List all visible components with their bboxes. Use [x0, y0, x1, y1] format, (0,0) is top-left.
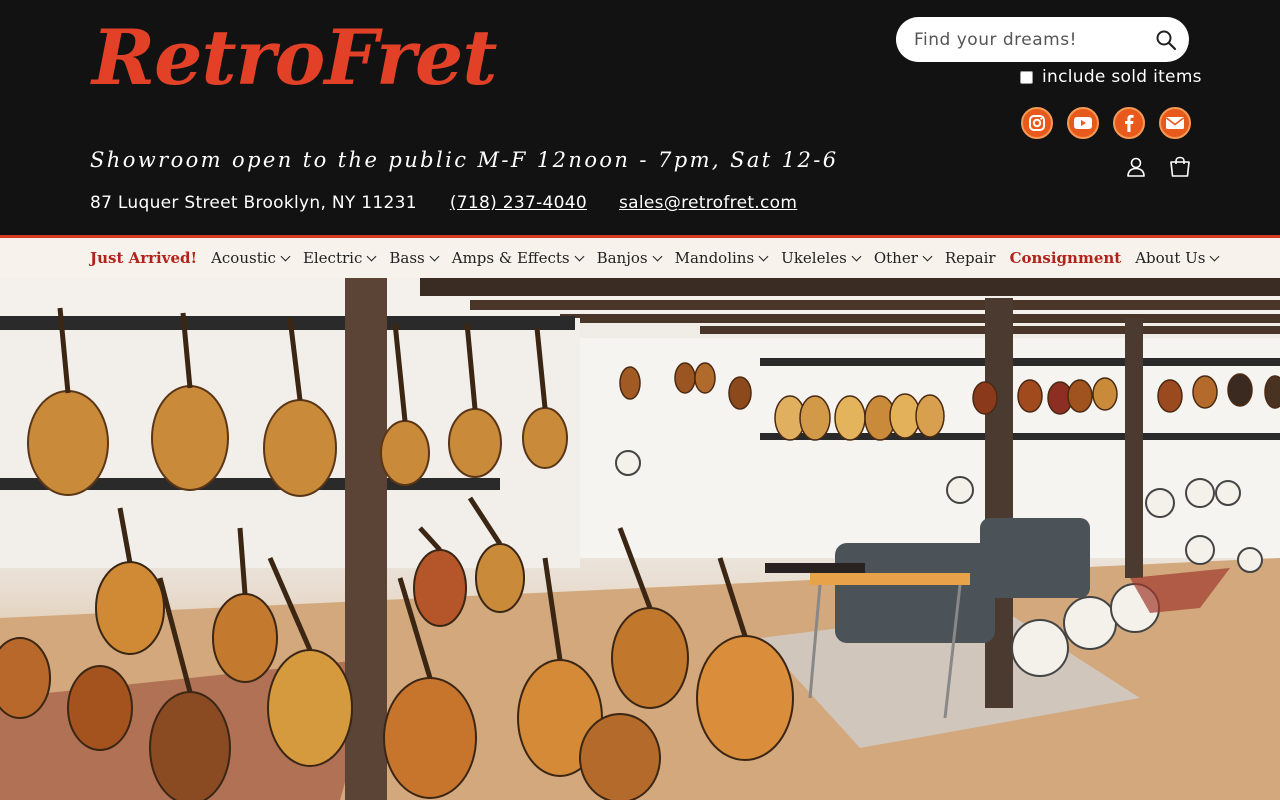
nav-item-label: Amps & Effects — [451, 249, 570, 267]
site-header: RetroFret include sold items Showroom op… — [0, 0, 1280, 235]
chevron-down-icon — [280, 251, 291, 261]
logo-wordmark: RetroFret — [92, 13, 497, 102]
include-sold-label: include sold items — [1042, 67, 1202, 87]
nav-item-ukeleles[interactable]: Ukeleles — [781, 249, 862, 267]
instagram-icon[interactable] — [1021, 107, 1053, 139]
chevron-down-icon — [851, 251, 862, 261]
nav-item-electric[interactable]: Electric — [302, 249, 377, 267]
phone-link[interactable]: (718) 237-4040 — [450, 193, 587, 213]
nav-item-label: Banjos — [596, 249, 648, 267]
nav-item-amps-effects[interactable]: Amps & Effects — [451, 249, 585, 267]
nav-item-consignment[interactable]: Consignment — [1010, 249, 1122, 267]
nav-item-label: Other — [873, 249, 918, 267]
contact-row: 87 Luquer Street Brooklyn, NY 11231 (718… — [90, 193, 797, 213]
showroom-photo — [0, 278, 1280, 800]
nav-item-label: Consignment — [1009, 249, 1122, 267]
search-box — [896, 17, 1189, 62]
youtube-icon[interactable] — [1067, 107, 1099, 139]
chevron-down-icon — [366, 251, 377, 261]
nav-item-about-us[interactable]: About Us — [1135, 249, 1220, 267]
nav-item-label: Repair — [944, 249, 996, 267]
address-text: 87 Luquer Street Brooklyn, NY 11231 — [90, 193, 417, 213]
nav-item-label: Electric — [302, 249, 363, 267]
chevron-down-icon — [758, 251, 769, 261]
nav-item-bass[interactable]: Bass — [389, 249, 440, 267]
include-sold-row: include sold items — [1020, 66, 1202, 88]
chevron-down-icon — [574, 251, 585, 261]
search-icon[interactable] — [1155, 29, 1177, 51]
nav-item-banjos[interactable]: Banjos — [596, 249, 663, 267]
nav-item-label: About Us — [1135, 249, 1206, 267]
email-icon[interactable] — [1159, 107, 1191, 139]
nav-item-label: Acoustic — [211, 249, 276, 267]
nav-item-repair[interactable]: Repair — [945, 249, 996, 267]
nav-item-label: Mandolins — [674, 249, 755, 267]
chevron-down-icon — [652, 251, 663, 261]
showroom-hours: Showroom open to the public M-F 12noon -… — [90, 148, 839, 172]
nav-item-other[interactable]: Other — [873, 249, 933, 267]
cart-icon[interactable] — [1168, 155, 1192, 179]
nav-items: Just Arrived! Acoustic Electric Bass Amps & … — [90, 238, 1232, 278]
chevron-down-icon — [429, 251, 440, 261]
email-link[interactable]: sales@retrofret.com — [619, 193, 797, 213]
facebook-icon[interactable] — [1113, 107, 1145, 139]
main-nav: Just Arrived! Acoustic Electric Bass Amps & … — [0, 235, 1280, 278]
chevron-down-icon — [1210, 251, 1220, 261]
search-input[interactable] — [914, 17, 1144, 62]
hero-showroom-image — [0, 278, 1280, 800]
nav-item-mandolins[interactable]: Mandolins — [674, 249, 769, 267]
chevron-down-icon — [922, 251, 933, 261]
account-icon[interactable] — [1124, 155, 1148, 179]
include-sold-checkbox[interactable] — [1020, 70, 1033, 84]
nav-item-label: Just Arrived! — [90, 249, 198, 267]
nav-item-acoustic[interactable]: Acoustic — [211, 249, 291, 267]
retrofret-logo[interactable]: RetroFret — [92, 10, 544, 110]
nav-item-just-arrived[interactable]: Just Arrived! — [90, 249, 197, 267]
nav-item-label: Bass — [389, 249, 425, 267]
nav-item-label: Ukeleles — [781, 249, 847, 267]
